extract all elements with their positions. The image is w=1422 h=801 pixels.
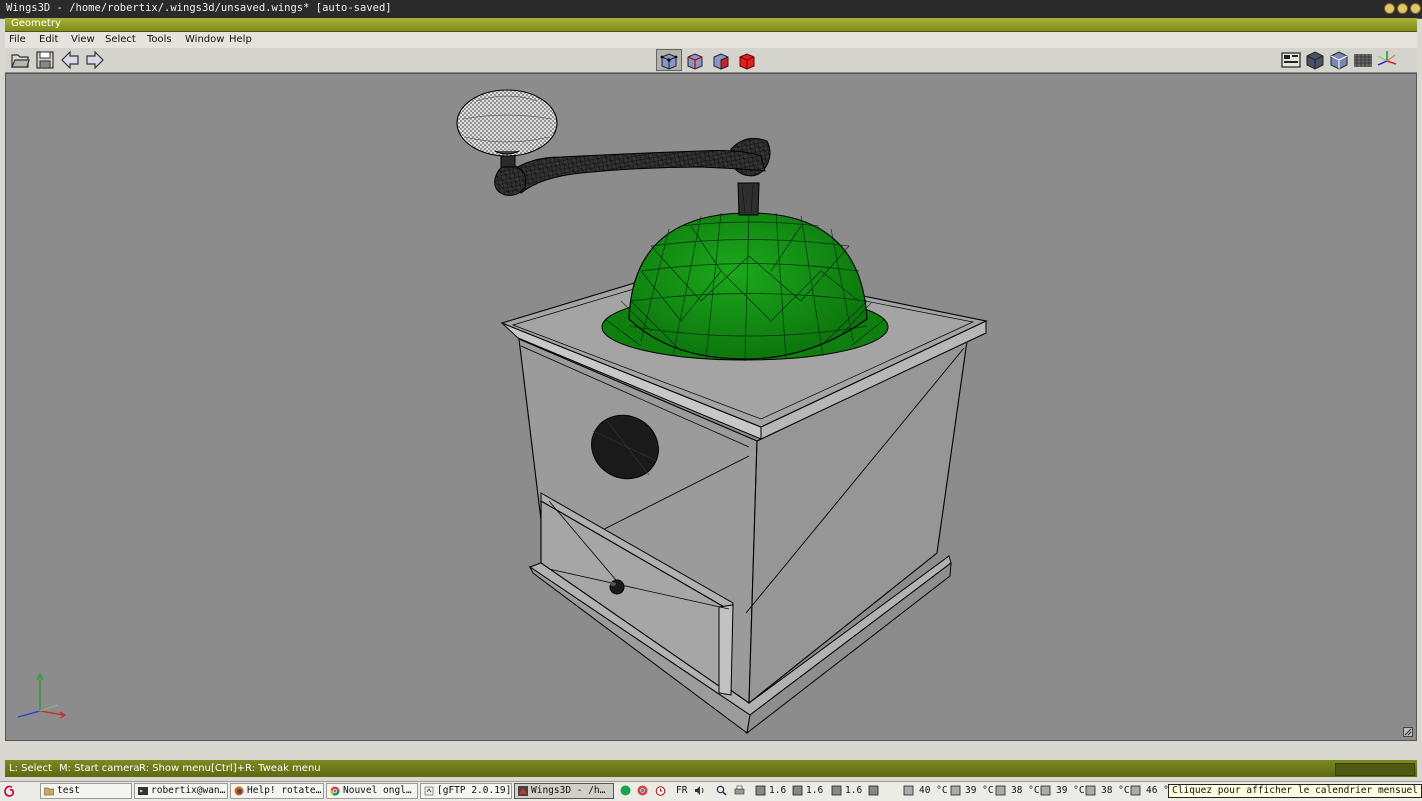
volume-icon[interactable] bbox=[694, 785, 705, 796]
task-label: [gFTP 2.0.19] bbox=[437, 785, 512, 796]
view-axes-gizmo bbox=[17, 672, 67, 719]
wireframe-cube-icon[interactable] bbox=[1329, 50, 1349, 70]
window-title-bar[interactable]: Wings3D - /home/robertix/.wings3d/unsave… bbox=[0, 0, 1422, 19]
status-bar: L: Select M: Start camera R: Show menu [… bbox=[5, 760, 1417, 777]
toolbar bbox=[5, 48, 1417, 73]
menu-help[interactable]: Help bbox=[229, 34, 252, 45]
menu-tools[interactable]: Tools bbox=[147, 34, 172, 45]
crank-handle bbox=[456, 89, 771, 196]
redo-arrow-icon[interactable] bbox=[85, 50, 105, 70]
edge-mode-icon[interactable] bbox=[687, 53, 703, 70]
geometry-panel-title: Geometry bbox=[5, 18, 1417, 32]
window-title: Wings3D - /home/robertix/.wings3d/unsave… bbox=[6, 2, 392, 14]
wings3d-window: Wings3D - /home/robertix/.wings3d/unsave… bbox=[0, 0, 1422, 781]
task-folder[interactable]: test bbox=[40, 783, 132, 799]
temperature-icon bbox=[1130, 785, 1141, 796]
cpu-load-icon bbox=[868, 785, 879, 796]
terminal-icon bbox=[138, 787, 148, 795]
taskbar: test robertix@wan… Help! rotate… Nouvel … bbox=[0, 781, 1422, 801]
task-chrome[interactable]: Nouvel ongl… bbox=[326, 783, 418, 799]
cpu-load-3: 1.6 bbox=[845, 785, 863, 796]
axes-icon[interactable] bbox=[1377, 50, 1397, 70]
task-terminal[interactable]: robertix@wan… bbox=[134, 783, 228, 799]
smooth-preview-icon[interactable] bbox=[1305, 50, 1325, 70]
calendar-tooltip: Cliquez pour afficher le calendrier mens… bbox=[1168, 784, 1422, 798]
selection-mode-buttons bbox=[656, 49, 755, 71]
temp-5: 38 °C bbox=[1101, 785, 1130, 796]
cpu-load-icon bbox=[831, 785, 842, 796]
hint-menu: R: Show menu bbox=[139, 763, 211, 774]
cpu-load-icon bbox=[755, 785, 766, 796]
hint-select: L: Select bbox=[9, 763, 52, 774]
open-folder-icon[interactable] bbox=[10, 50, 30, 70]
ground-grid-icon[interactable] bbox=[1353, 50, 1373, 70]
cpu-load-1: 1.6 bbox=[769, 785, 787, 796]
minimize-button[interactable] bbox=[1384, 3, 1395, 14]
task-wings3d[interactable]: Wings3D - /h… bbox=[514, 783, 614, 799]
resize-grip-icon[interactable] bbox=[1403, 727, 1413, 737]
temp-1: 40 °C bbox=[919, 785, 948, 796]
menu-view[interactable]: View bbox=[71, 34, 95, 45]
task-label: robertix@wan… bbox=[151, 785, 226, 796]
coffee-grinder-model bbox=[17, 89, 988, 735]
search-icon[interactable] bbox=[716, 785, 727, 796]
gftp-icon bbox=[424, 786, 434, 796]
menu-bar: File Edit View Select Tools Window Help bbox=[5, 32, 1417, 49]
screen-icon[interactable] bbox=[1281, 50, 1301, 70]
temp-4: 39 °C bbox=[1056, 785, 1085, 796]
menu-file[interactable]: File bbox=[9, 34, 26, 45]
temp-3: 38 °C bbox=[1011, 785, 1040, 796]
wings3d-icon bbox=[518, 786, 528, 796]
temperature-icon bbox=[995, 785, 1006, 796]
task-firefox[interactable]: Help! rotate… bbox=[230, 783, 324, 799]
dome-lid bbox=[601, 182, 889, 362]
undo-arrow-icon[interactable] bbox=[60, 50, 80, 70]
task-label: Wings3D - /h… bbox=[531, 785, 606, 796]
chrome-icon bbox=[330, 786, 340, 796]
maximize-button[interactable] bbox=[1397, 3, 1408, 14]
temp-2: 39 °C bbox=[965, 785, 994, 796]
temperature-icon bbox=[950, 785, 961, 796]
cpu-load-icon bbox=[792, 785, 803, 796]
menu-edit[interactable]: Edit bbox=[39, 34, 58, 45]
face-mode-icon[interactable] bbox=[713, 53, 729, 70]
3d-viewport[interactable] bbox=[5, 73, 1417, 741]
body-mode-icon[interactable] bbox=[739, 53, 755, 70]
folder-icon bbox=[44, 787, 54, 796]
vertex-mode-icon[interactable] bbox=[660, 53, 678, 70]
temperature-icon bbox=[903, 785, 914, 796]
temperature-icon bbox=[1040, 785, 1051, 796]
status-info-box bbox=[1335, 763, 1415, 776]
save-icon[interactable] bbox=[35, 50, 55, 70]
firefox-icon bbox=[234, 786, 244, 796]
printer-icon[interactable] bbox=[734, 785, 745, 796]
hint-camera: M: Start camera bbox=[59, 763, 140, 774]
close-button[interactable] bbox=[1410, 3, 1421, 14]
geometry-title: Geometry bbox=[11, 18, 61, 29]
debian-swirl-icon[interactable] bbox=[3, 784, 17, 798]
hint-tweak: [Ctrl]+R: Tweak menu bbox=[211, 763, 321, 774]
task-label: test bbox=[57, 785, 80, 796]
menu-select[interactable]: Select bbox=[105, 34, 136, 45]
chrome-tray-icon[interactable] bbox=[637, 785, 648, 796]
temperature-icon bbox=[1085, 785, 1096, 796]
task-label: Nouvel ongl… bbox=[343, 785, 412, 796]
menu-window[interactable]: Window bbox=[185, 34, 224, 45]
alarm-clock-icon[interactable] bbox=[655, 785, 666, 796]
cpu-load-2: 1.6 bbox=[806, 785, 824, 796]
task-label: Help! rotate… bbox=[247, 785, 322, 796]
keyboard-language[interactable]: FR bbox=[676, 783, 687, 799]
task-gftp[interactable]: [gFTP 2.0.19] bbox=[420, 783, 512, 799]
green-status-icon[interactable] bbox=[620, 785, 631, 796]
